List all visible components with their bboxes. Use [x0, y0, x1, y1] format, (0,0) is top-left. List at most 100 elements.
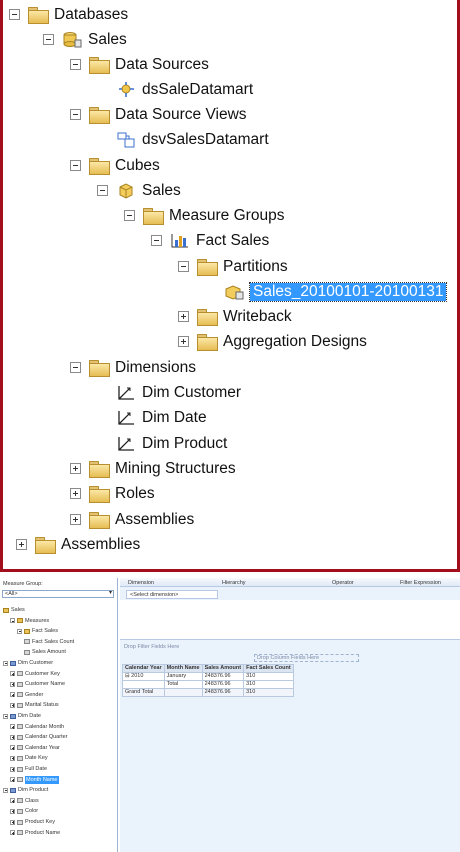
metadata-item[interactable]: Dim Date	[3, 712, 41, 720]
tree-node-dim-date[interactable]: Dim Date	[97, 405, 207, 430]
metadata-item[interactable]: Calendar Year	[10, 744, 60, 752]
collapse-icon[interactable]	[70, 59, 81, 70]
expand-icon[interactable]	[70, 463, 81, 474]
metadata-item[interactable]: Color	[10, 807, 38, 815]
metadata-item[interactable]: Class	[10, 797, 39, 805]
tree-node-measure-groups[interactable]: Measure Groups	[124, 203, 284, 228]
select-dimension-input[interactable]: <Select dimension>	[126, 590, 218, 599]
tree-node-data-sources[interactable]: Data Sources	[70, 52, 209, 77]
pivot-header-month-name[interactable]: Month Name	[163, 664, 203, 673]
tree-node-roles[interactable]: Roles	[70, 481, 155, 506]
expand-icon[interactable]	[10, 702, 15, 708]
tree-node-sales-db[interactable]: Sales	[43, 27, 127, 52]
expand-icon[interactable]	[10, 808, 15, 814]
pivot-header-calendar-year[interactable]: Calendar Year	[122, 664, 165, 673]
folder-icon	[89, 512, 110, 529]
expand-icon[interactable]	[10, 724, 15, 730]
collapse-icon[interactable]	[70, 362, 81, 373]
metadata-item[interactable]: Month Name	[10, 775, 59, 784]
tree-node-datasource[interactable]: dsSaleDatamart	[97, 77, 253, 102]
collapse-icon[interactable]	[3, 713, 8, 719]
expand-icon[interactable]	[10, 819, 15, 825]
pivot-header-fact-sales-count[interactable]: Fact Sales Count	[243, 664, 294, 673]
tree-node-databases[interactable]: Databases	[9, 2, 128, 27]
tree-node-partition[interactable]: Sales_20100101-20100131	[205, 279, 448, 304]
drop-column-zone[interactable]: Drop Column Fields Here	[254, 654, 359, 662]
expand-icon[interactable]	[178, 311, 189, 322]
tree-node-cubes[interactable]: Cubes	[70, 153, 160, 178]
collapse-icon[interactable]	[3, 787, 8, 793]
expand-icon[interactable]	[10, 734, 15, 740]
tree-node-assemblies-outer[interactable]: Assemblies	[16, 532, 140, 557]
metadata-item[interactable]: Fact Sales Count	[24, 638, 74, 646]
collapse-icon[interactable]	[43, 34, 54, 45]
metadata-item[interactable]: Sales	[3, 606, 25, 614]
metadata-item[interactable]: Full Date	[10, 765, 47, 773]
drop-filter-zone[interactable]: Drop Filter Fields Here	[124, 644, 179, 650]
collapse-icon[interactable]	[151, 235, 162, 246]
metadata-item-label: Date Key	[25, 755, 48, 762]
collapse-icon[interactable]	[97, 185, 108, 196]
datasource-icon	[119, 82, 134, 97]
expand-icon[interactable]	[10, 830, 15, 836]
tree-node-writeback[interactable]: Writeback	[178, 304, 292, 329]
metadata-item[interactable]: Product Key	[10, 818, 55, 826]
collapse-icon[interactable]	[124, 210, 135, 221]
tree-node-dsv-folder[interactable]: Data Source Views	[70, 102, 247, 127]
metadata-item[interactable]: Sales Amount	[24, 648, 66, 656]
collapse-icon[interactable]	[17, 628, 22, 634]
metadata-item-label: Dim Customer	[18, 660, 54, 666]
expand-icon[interactable]	[16, 539, 27, 550]
metadata-item[interactable]: Calendar Month	[10, 723, 64, 731]
metadata-item[interactable]: Calendar Quarter	[10, 733, 68, 741]
collapse-icon[interactable]	[178, 261, 189, 272]
tree-node-aggregation-designs[interactable]: Aggregation Designs	[178, 329, 367, 354]
metadata-item[interactable]: Fact Sales	[17, 627, 58, 635]
tree-node-dim-customer[interactable]: Dim Customer	[97, 380, 241, 405]
metadata-item[interactable]: Marital Status	[10, 701, 59, 709]
tree-node-fact-sales[interactable]: Fact Sales	[151, 228, 269, 253]
tree-node-dim-product[interactable]: Dim Product	[97, 431, 227, 456]
expand-icon[interactable]	[10, 671, 15, 677]
expand-icon[interactable]	[10, 755, 15, 761]
expand-icon[interactable]	[10, 766, 15, 772]
expand-icon[interactable]	[70, 488, 81, 499]
tree-node-mining-structures[interactable]: Mining Structures	[70, 456, 236, 481]
collapse-icon[interactable]	[3, 660, 8, 666]
folder-icon	[89, 486, 110, 503]
pivot-cell[interactable]: ⊟ 2010	[122, 672, 165, 681]
metadata-item[interactable]: Customer Key	[10, 670, 60, 678]
collapse-icon[interactable]	[10, 618, 15, 624]
attribute-icon	[17, 755, 23, 761]
node-label: Writeback	[223, 307, 292, 325]
tree-node-dimensions[interactable]: Dimensions	[70, 355, 196, 380]
measure-group-select[interactable]: <All>	[2, 590, 114, 598]
measure-group-label: Measure Group:	[3, 581, 43, 587]
expand-icon[interactable]	[10, 745, 15, 751]
expand-icon[interactable]	[10, 777, 15, 783]
tree-node-cube-sales[interactable]: Sales	[97, 178, 181, 203]
folder-icon	[143, 208, 164, 225]
metadata-item[interactable]: Product Name	[10, 829, 60, 837]
metadata-item[interactable]: Measures	[10, 617, 49, 625]
expand-icon[interactable]	[178, 336, 189, 347]
tree-node-assemblies-inner[interactable]: Assemblies	[70, 507, 194, 532]
metadata-item[interactable]: Date Key	[10, 754, 48, 762]
tree-node-partitions[interactable]: Partitions	[178, 254, 288, 279]
collapse-icon[interactable]	[70, 160, 81, 171]
metadata-item[interactable]: Dim Product	[3, 786, 48, 794]
collapse-icon[interactable]	[70, 109, 81, 120]
metadata-item[interactable]: Customer Name	[10, 680, 65, 688]
pivot-pane: Dimension Hierarchy Operator Filter Expr…	[120, 578, 460, 852]
expand-icon[interactable]	[70, 514, 81, 525]
expand-icon[interactable]	[10, 692, 15, 698]
metadata-item[interactable]: Dim Customer	[3, 659, 53, 667]
tree-node-dsv[interactable]: dsvSalesDatamart	[97, 127, 269, 152]
solution-explorer-tree: Databases Sales Data Sources dsSaleDatam…	[0, 0, 460, 572]
attribute-icon	[17, 745, 23, 751]
metadata-item[interactable]: Gender	[10, 691, 43, 699]
collapse-icon[interactable]	[9, 9, 20, 20]
expand-icon[interactable]	[10, 681, 15, 687]
expand-icon[interactable]	[10, 798, 15, 804]
pivot-header-sales-amount[interactable]: Sales Amount	[201, 664, 245, 673]
